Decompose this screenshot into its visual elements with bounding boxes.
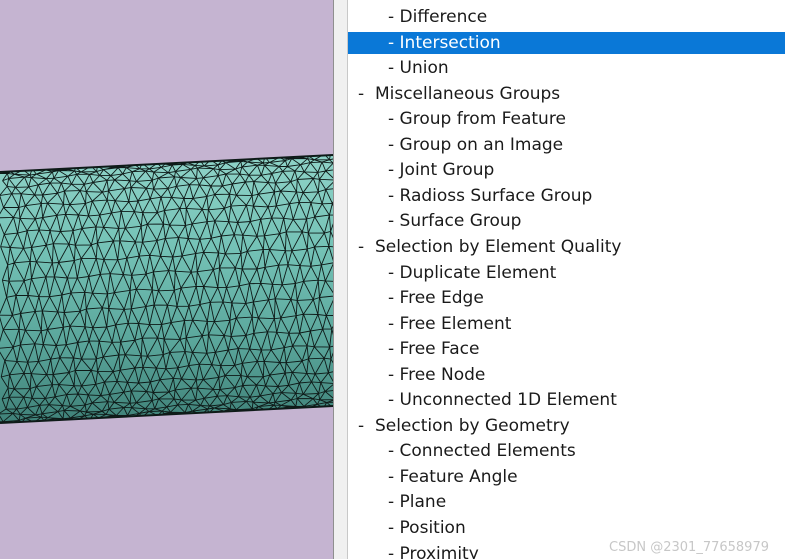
tree-item[interactable]: - Free Edge xyxy=(348,287,785,309)
tree-item-label: - Radioss Surface Group xyxy=(388,185,593,206)
tree-item-label: - Proximity xyxy=(388,543,479,559)
tree-item-label: - Surface Group xyxy=(388,211,522,232)
tree-item-label: - Miscellaneous Groups xyxy=(358,83,561,104)
tree-item[interactable]: - Group on an Image xyxy=(348,134,785,156)
tree-item-label: - Group on an Image xyxy=(388,134,564,155)
tree-item-label: - Free Face xyxy=(388,339,480,360)
tree-item-label: - Feature Angle xyxy=(388,466,518,487)
tree-category[interactable]: - Miscellaneous Groups xyxy=(348,83,785,105)
tree-item[interactable]: - Group from Feature xyxy=(348,108,785,130)
tree-item-label: - Intersection xyxy=(388,32,501,53)
tree-item[interactable]: - Duplicate Element xyxy=(348,262,785,284)
tree-item[interactable]: - Joint Group xyxy=(348,159,785,181)
tree-item-label: - Connected Elements xyxy=(388,441,576,462)
tree-item-label: - Plane xyxy=(388,492,447,513)
tree-item[interactable]: - Plane xyxy=(348,491,785,513)
tree-item-label: - Group from Feature xyxy=(388,109,566,130)
tree-item-label: - Joint Group xyxy=(388,160,495,181)
group-type-tree[interactable]: - Difference - Intersection - Union - Misce… xyxy=(348,0,785,559)
tree-item-label: - Free Element xyxy=(388,313,512,334)
watermark: CSDN @2301_77658979 xyxy=(609,540,769,555)
tree-item-label: - Position xyxy=(388,518,466,538)
tree-item-label: - Selection by Element Quality xyxy=(358,236,622,257)
tree-item[interactable]: - Position xyxy=(348,517,785,539)
tree-category[interactable]: - Selection by Geometry xyxy=(348,415,785,437)
tree-item-label: - Free Edge xyxy=(388,288,484,309)
tree-item[interactable]: - Free Element xyxy=(348,313,785,335)
tree-item[interactable]: - Connected Elements xyxy=(348,440,785,462)
tree-item-label: - Unconnected 1D Element xyxy=(388,390,617,411)
panel-splitter[interactable] xyxy=(333,0,348,559)
cylinder-mesh xyxy=(0,154,333,424)
tree-item[interactable]: - Difference xyxy=(348,6,785,28)
tree-item[interactable]: - Union xyxy=(348,57,785,79)
tree-item[interactable]: - Unconnected 1D Element xyxy=(348,389,785,411)
tree-item-label: - Selection by Geometry xyxy=(358,415,570,436)
tree-item-label: - Difference xyxy=(388,7,488,27)
tree-item-label: - Free Node xyxy=(388,364,486,385)
tree-item[interactable]: - Feature Angle xyxy=(348,466,785,488)
tree-item[interactable]: - Intersection xyxy=(348,31,785,54)
graphics-viewport[interactable] xyxy=(0,0,333,559)
tree-item[interactable]: - Surface Group xyxy=(348,210,785,232)
tree-item-label: - Union xyxy=(388,58,449,79)
tree-item[interactable]: - Free Face xyxy=(348,338,785,360)
tree-category[interactable]: - Selection by Element Quality xyxy=(348,236,785,258)
tree-item[interactable]: - Free Node xyxy=(348,364,785,386)
tree-item-label: - Duplicate Element xyxy=(388,262,557,283)
tree-item[interactable]: - Radioss Surface Group xyxy=(348,185,785,207)
